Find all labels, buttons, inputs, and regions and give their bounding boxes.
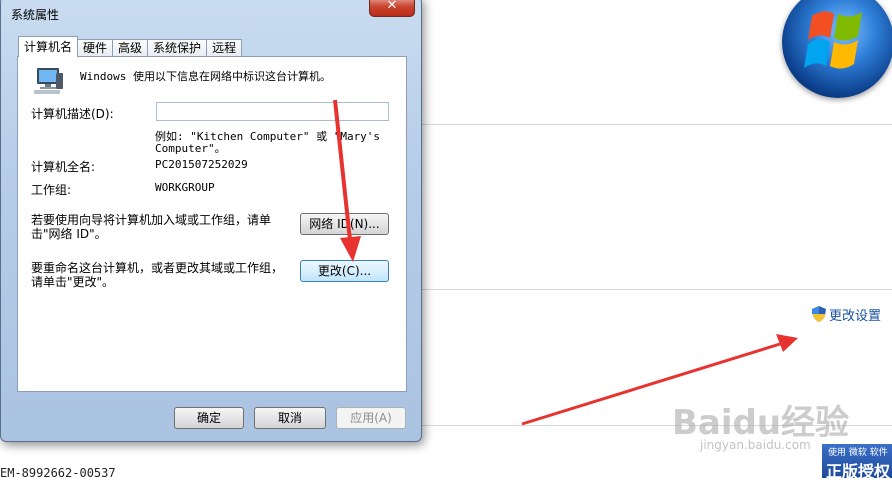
close-button[interactable]: ✕: [369, 0, 415, 17]
example-text-line2: Computer"。: [155, 142, 226, 155]
shield-icon: [812, 306, 826, 322]
full-name-value: PC201507252029: [155, 158, 248, 171]
description-label: 计算机描述(D):: [31, 107, 114, 121]
change-button[interactable]: 更改(C)...: [300, 260, 389, 282]
tab-computer-name[interactable]: 计算机名: [18, 36, 79, 57]
divider: [422, 124, 892, 125]
rename-text-line2: 请单击"更改"。: [31, 275, 115, 289]
genuine-badge-main: 正版授权: [826, 462, 891, 481]
ok-button[interactable]: 确定: [174, 407, 244, 429]
cancel-button[interactable]: 取消: [254, 407, 326, 429]
computer-icon: [34, 68, 63, 94]
divider: [422, 289, 892, 290]
genuine-badge[interactable]: 使用 微软 软件 正版授权: [822, 444, 892, 481]
tab-bar: 计算机名 硬件 高级 系统保护 远程: [18, 36, 243, 57]
tab-hardware[interactable]: 硬件: [77, 39, 114, 57]
apply-button[interactable]: 应用(A): [336, 407, 406, 429]
system-properties-dialog: 系统属性 ✕ 计算机名 硬件 高级 系统保护 远程 Windows 使用以下信息…: [0, 0, 422, 442]
tab-system-protection[interactable]: 系统保护: [147, 39, 208, 57]
intro-text: Windows 使用以下信息在网络中标识这台计算机。: [80, 70, 331, 83]
network-id-button[interactable]: 网络 ID(N)...: [300, 213, 389, 235]
network-text-line2: 击"网络 ID"。: [31, 227, 107, 241]
baidu-watermark-url: jingyan.baidu.com: [700, 438, 811, 452]
full-name-label: 计算机全名:: [31, 160, 96, 174]
genuine-badge-top: 使用 微软 软件: [828, 448, 888, 458]
change-settings-label: 更改设置: [829, 308, 882, 324]
workgroup-value: WORKGROUP: [155, 181, 215, 194]
baidu-watermark: Baidu经验: [672, 403, 850, 443]
tab-remote[interactable]: 远程: [206, 39, 243, 57]
description-field[interactable]: [156, 102, 389, 121]
change-settings-link[interactable]: 更改设置: [812, 304, 881, 324]
tab-panel: Windows 使用以下信息在网络中标识这台计算机。 计算机描述(D): 例如:…: [17, 56, 407, 392]
dialog-title: 系统属性: [11, 8, 60, 22]
workgroup-label: 工作组:: [31, 183, 72, 197]
tab-advanced[interactable]: 高级: [112, 39, 149, 57]
windows-logo: [782, 0, 892, 98]
